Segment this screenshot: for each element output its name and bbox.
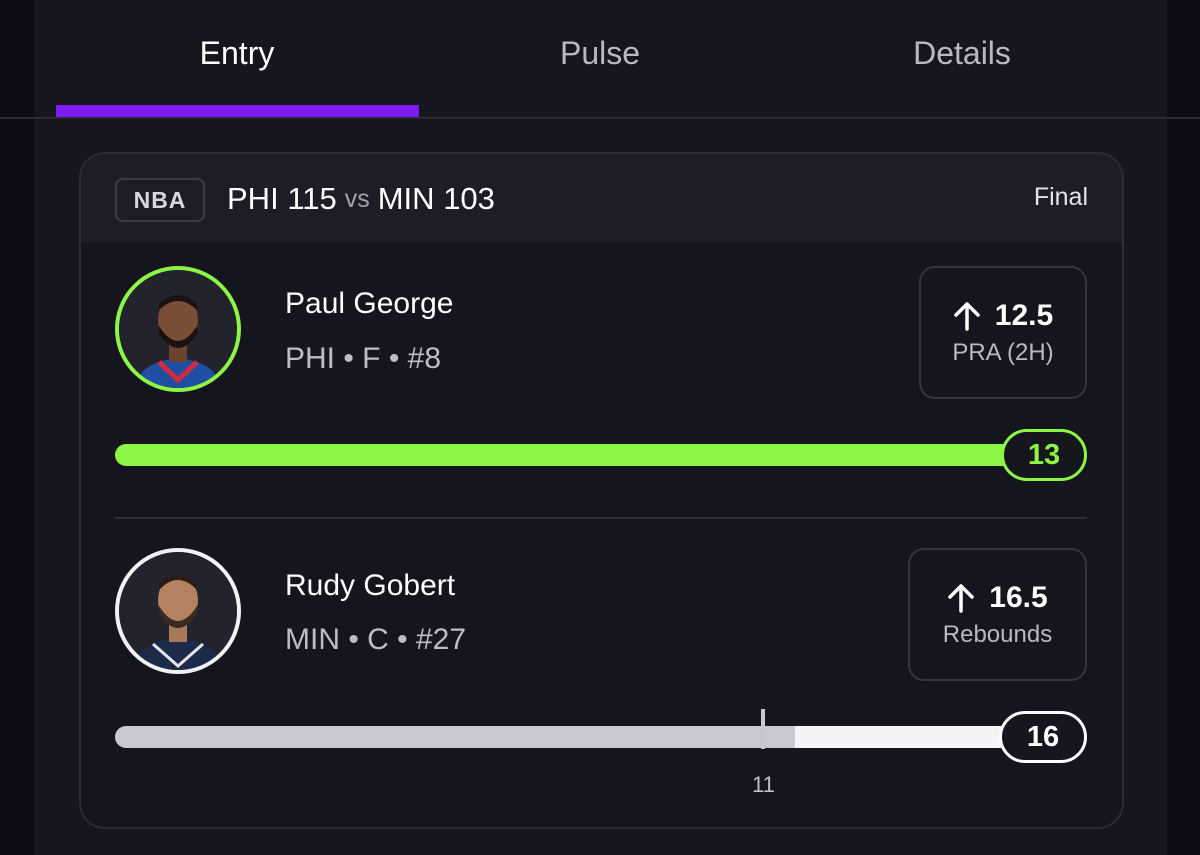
game-score: PHI 115 vs MIN 103 <box>227 176 495 222</box>
projection-box[interactable]: 12.5 PRA (2H) <box>919 266 1087 399</box>
result-bubble: 16 <box>999 711 1087 763</box>
progress-bar-filled <box>115 726 795 748</box>
tab-details[interactable]: Details <box>781 0 1143 106</box>
player-meta: MIN • C • #27 <box>285 623 467 656</box>
tab-bar-divider <box>34 117 1167 119</box>
home-score: 115 <box>287 181 337 216</box>
home-team: PHI <box>227 181 279 216</box>
player-headshot-icon <box>119 270 237 388</box>
result-bubble: 13 <box>1001 429 1087 481</box>
player-name: Paul George <box>285 287 454 320</box>
away-score: 103 <box>443 181 495 216</box>
entry-panel: Entry Pulse Details NBA PHI 115 vs MIN 103… <box>34 0 1167 855</box>
projection-box[interactable]: 16.5 Rebounds <box>908 548 1087 681</box>
player-headshot-icon <box>119 552 237 670</box>
avatar <box>115 266 241 392</box>
away-team: MIN <box>377 181 435 216</box>
active-tab-indicator <box>56 105 419 117</box>
game-header: NBA PHI 115 vs MIN 103 Final <box>81 154 1122 243</box>
projection-line: 12.5 <box>994 298 1054 332</box>
vs-label: vs <box>344 184 370 213</box>
arrow-up-icon <box>948 583 975 613</box>
projection-line: 16.5 <box>989 580 1048 614</box>
right-edge-divider <box>1167 117 1200 119</box>
row-divider <box>115 517 1087 519</box>
player-meta: PHI • F • #8 <box>285 342 442 375</box>
avatar <box>115 548 241 674</box>
game-status: Final <box>1033 183 1088 211</box>
league-badge: NBA <box>115 178 205 222</box>
left-edge-divider <box>0 117 34 119</box>
player-name: Rudy Gobert <box>285 569 456 602</box>
marker-label: 11 <box>752 772 775 797</box>
marker-tick <box>761 709 765 749</box>
projection-stat: PRA (2H) <box>952 338 1054 366</box>
tab-pulse[interactable]: Pulse <box>419 0 781 106</box>
progress-bar <box>115 444 1045 466</box>
tab-bar: Entry Pulse Details <box>34 0 1167 119</box>
tab-entry[interactable]: Entry <box>56 0 418 106</box>
projection-stat: Rebounds <box>942 620 1053 648</box>
arrow-up-icon <box>954 301 980 331</box>
entry-card[interactable]: NBA PHI 115vsMIN 103 Final Paul George <box>79 152 1124 829</box>
